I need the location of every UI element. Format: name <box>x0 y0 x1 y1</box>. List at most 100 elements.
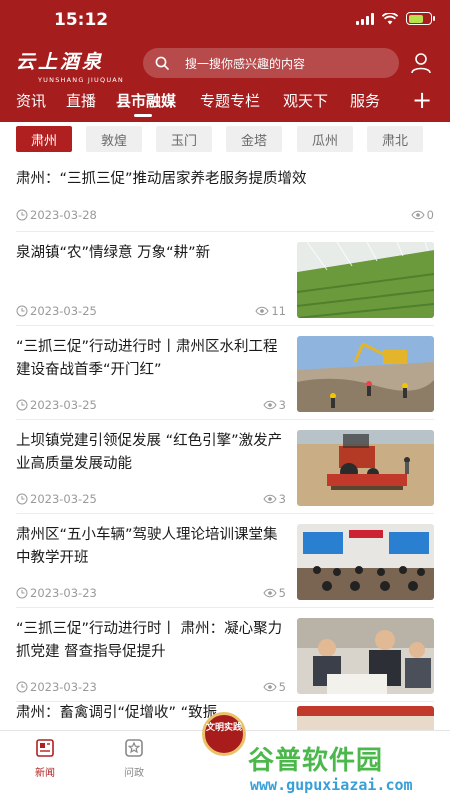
clock-icon <box>16 305 28 317</box>
news-item[interactable]: 上坝镇党建引领促发展 “红色引擎”激发产业高质量发展动能 2023-03-25 … <box>16 422 434 514</box>
status-bar: 15:12 <box>0 0 450 40</box>
news-title: 肃州区“五小车辆”驾驶人理论培训课堂集中教学开班 <box>16 527 278 566</box>
site-watermark: 谷普软件园 www.gupuxiazai.com <box>248 738 450 800</box>
channel-tabs: 资讯 直播 县市融媒 专题专栏 观天下 服务 + <box>0 86 450 118</box>
classroom-photo <box>297 524 434 600</box>
status-time: 15:12 <box>54 10 109 30</box>
clock-icon <box>16 209 28 221</box>
news-date-text: 2023-03-28 <box>30 208 97 222</box>
news-item[interactable]: 泉湖镇“农”情绿意 万象“耕”新 2023-03-25 11 <box>16 234 434 326</box>
news-date-text: 2023-03-23 <box>30 680 97 694</box>
clock-icon <box>16 681 28 693</box>
eye-icon <box>263 400 277 410</box>
news-meta: 2023-03-25 3 <box>16 492 286 506</box>
tractor-photo <box>297 430 434 506</box>
news-title: 泉湖镇“农”情绿意 万象“耕”新 <box>16 245 211 261</box>
news-meta: 2023-03-25 3 <box>16 398 286 412</box>
tab-world[interactable]: 观天下 <box>283 90 328 111</box>
news-views-text: 0 <box>426 208 434 222</box>
user-profile-icon[interactable] <box>409 51 433 75</box>
news-date-text: 2023-03-25 <box>30 492 97 506</box>
news-title: 肃州：畜禽调引“促增收” “致振 <box>16 705 218 721</box>
app-header: 15:12 云上酒泉 YUNSHANG JIUQUAN 搜一搜你感兴趣的内容 资… <box>0 0 450 122</box>
news-views-text: 3 <box>278 492 286 506</box>
news-views-text: 3 <box>278 398 286 412</box>
news-meta: 2023-03-28 0 <box>16 208 434 222</box>
eye-icon <box>263 682 277 692</box>
clock-icon <box>16 493 28 505</box>
news-views: 11 <box>255 304 286 318</box>
news-title: “三抓三促”行动进行时丨 肃州：凝心聚力抓党建 督查指导促提升 <box>16 621 283 660</box>
bottom-tab-news-label: 新闻 <box>35 768 55 779</box>
clock-icon <box>16 399 28 411</box>
county-tab-jinta[interactable]: 金塔 <box>226 126 282 152</box>
add-channel-button[interactable]: + <box>412 86 432 114</box>
eye-icon <box>411 210 425 220</box>
battery-icon <box>406 12 435 25</box>
news-meta: 2023-03-23 5 <box>16 680 286 694</box>
news-views-text: 5 <box>278 586 286 600</box>
news-views: 5 <box>263 680 286 694</box>
county-tab-dunhuang[interactable]: 敦煌 <box>86 126 142 152</box>
news-date: 2023-03-25 <box>16 304 97 318</box>
eye-icon <box>263 588 277 598</box>
tab-services[interactable]: 服务 <box>350 90 380 111</box>
news-views-text: 11 <box>271 304 286 318</box>
county-tabs: 肃州 敦煌 玉门 金塔 瓜州 肃北 <box>0 124 450 156</box>
news-views: 3 <box>263 492 286 506</box>
news-item[interactable]: “三抓三促”行动进行时丨 肃州：凝心聚力抓党建 督查指导促提升 2023-03-… <box>16 610 434 702</box>
star-box-icon <box>125 739 143 757</box>
search-input[interactable]: 搜一搜你感兴趣的内容 <box>143 48 399 78</box>
county-tab-guazhou[interactable]: 瓜州 <box>297 126 353 152</box>
meeting-photo <box>297 618 434 694</box>
status-icons <box>356 12 435 25</box>
news-date: 2023-03-23 <box>16 586 97 600</box>
news-title: “三抓三促”行动进行时丨肃州区水利工程建设奋战首季“开门红” <box>16 339 278 378</box>
civilization-practice-button[interactable]: 文明实践 <box>202 712 246 756</box>
news-date: 2023-03-25 <box>16 492 97 506</box>
news-views-text: 5 <box>278 680 286 694</box>
news-item[interactable]: “三抓三促”行动进行时丨肃州区水利工程建设奋战首季“开门红” 2023-03-2… <box>16 328 434 420</box>
tab-news[interactable]: 资讯 <box>16 90 46 111</box>
bottom-tab-inquiry-label: 问政 <box>124 768 144 779</box>
logo-english: YUNSHANG JIUQUAN <box>38 76 124 84</box>
eye-icon <box>255 306 269 316</box>
news-date: 2023-03-25 <box>16 398 97 412</box>
construction-photo <box>297 336 434 412</box>
search-icon <box>155 56 169 70</box>
county-tab-yumen[interactable]: 玉门 <box>156 126 212 152</box>
wifi-icon <box>382 12 398 24</box>
news-views: 5 <box>263 586 286 600</box>
news-date-text: 2023-03-25 <box>30 398 97 412</box>
news-title: 肃州：“三抓三促”推动居家养老服务提质增效 <box>16 171 307 187</box>
bottom-tab-news[interactable]: 新闻 <box>25 737 65 779</box>
bottom-tab-inquiry[interactable]: 问政 <box>114 737 154 779</box>
clock-icon <box>16 587 28 599</box>
watermark-url: www.gupuxiazai.com <box>250 776 413 794</box>
news-item[interactable]: 肃州区“五小车辆”驾驶人理论培训课堂集中教学开班 2023-03-23 5 <box>16 516 434 608</box>
county-tab-subei[interactable]: 肃北 <box>367 126 423 152</box>
news-title: 上坝镇党建引领促发展 “红色引擎”激发产业高质量发展动能 <box>16 433 283 472</box>
eye-icon <box>263 494 277 504</box>
news-date-text: 2023-03-23 <box>30 586 97 600</box>
news-item[interactable]: 肃州：“三抓三促”推动居家养老服务提质增效 2023-03-28 0 <box>16 160 434 232</box>
active-tab-indicator <box>134 114 152 117</box>
logo-chinese: 云上酒泉 <box>16 51 105 73</box>
news-meta: 2023-03-23 5 <box>16 586 286 600</box>
newspaper-icon <box>36 739 54 757</box>
app-logo[interactable]: 云上酒泉 YUNSHANG JIUQUAN <box>16 47 134 84</box>
tab-live[interactable]: 直播 <box>66 90 96 111</box>
news-date-text: 2023-03-25 <box>30 304 97 318</box>
news-views: 0 <box>411 208 434 222</box>
cellular-signal-icon <box>356 12 374 25</box>
news-meta: 2023-03-25 11 <box>16 304 286 318</box>
news-views: 3 <box>263 398 286 412</box>
news-date: 2023-03-28 <box>16 208 97 222</box>
county-tab-suzhou[interactable]: 肃州 <box>16 126 72 152</box>
tab-county-media[interactable]: 县市融媒 <box>116 90 176 111</box>
news-date: 2023-03-23 <box>16 680 97 694</box>
search-placeholder: 搜一搜你感兴趣的内容 <box>185 56 306 71</box>
watermark-title: 谷普软件园 <box>248 746 384 776</box>
tab-special-topics[interactable]: 专题专栏 <box>200 90 260 111</box>
greenhouse-photo <box>297 242 434 318</box>
